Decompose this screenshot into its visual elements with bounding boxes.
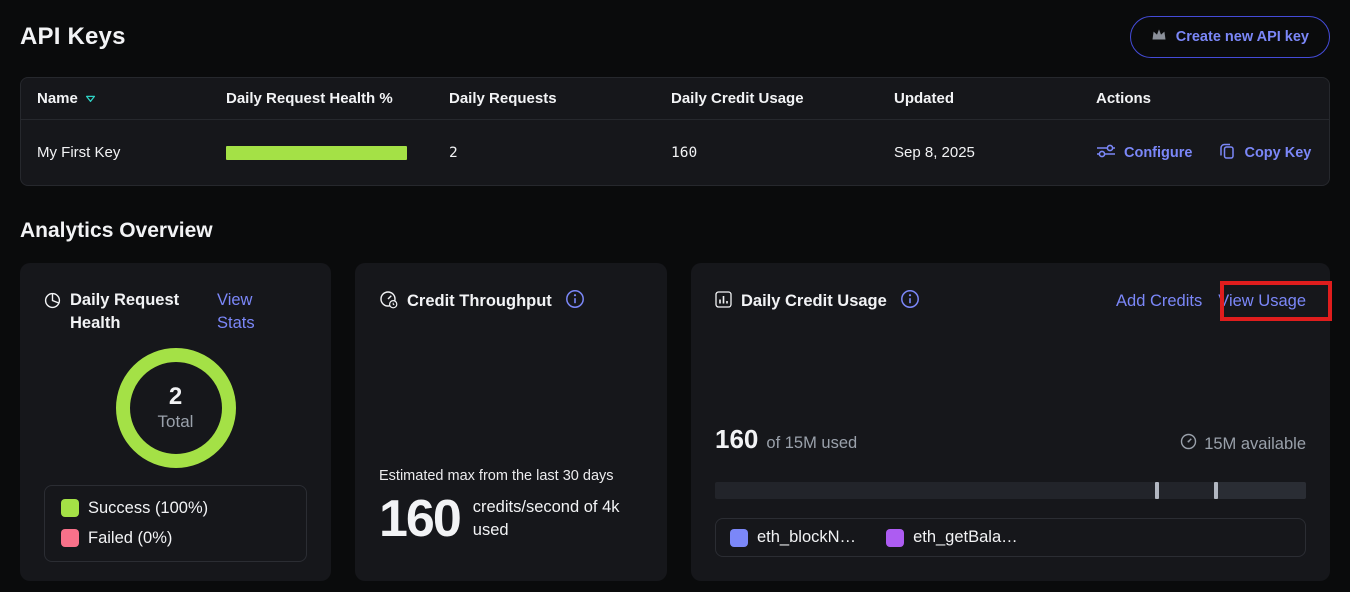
throughput-value: 160 [379,493,460,545]
page-title: API Keys [20,23,126,51]
column-header-daily-requests: Daily Requests [449,90,671,107]
usage-links: Add Credits View Usage [1116,289,1306,314]
sliders-icon [1096,143,1116,163]
daily-request-health-card: Daily Request Health View Stats 2 Total … [20,263,331,581]
column-header-actions: Actions [1096,90,1329,107]
usage-card-header: Daily Credit Usage Add Credits View Usag… [715,289,1306,314]
actions-cell: Configure Copy Key [1096,142,1329,164]
throughput-value-row: 160 credits/second of 4k used [379,493,643,545]
usage-available: 15M available [1180,433,1306,455]
sort-chevron-icon [85,90,96,107]
info-icon[interactable] [565,289,585,314]
create-api-key-button[interactable]: Create new API key [1130,16,1330,58]
throughput-card-header: Credit Throughput [379,289,643,314]
legend-item-eth-getbalance: eth_getBala… [886,528,1018,547]
failed-swatch [61,529,79,547]
key-name: My First Key [37,144,226,161]
health-donut-chart: 2 Total [44,348,307,468]
analytics-cards: Daily Request Health View Stats 2 Total … [20,263,1330,581]
usage-progress-bar [715,482,1306,499]
progress-light-segment [1214,482,1306,499]
success-swatch [61,499,79,517]
column-header-name[interactable]: Name [37,90,226,107]
progress-marker [1155,482,1159,499]
daily-requests-value: 2 [449,145,671,161]
api-keys-table: Name Daily Request Health % Daily Reques… [20,77,1330,186]
bar-chart-icon [715,291,732,313]
throughput-subtitle: Estimated max from the last 30 days [379,468,643,484]
crown-icon [1151,28,1167,45]
failed-label: Failed (0%) [88,529,172,548]
health-card-header: Daily Request Health View Stats [44,289,307,336]
health-card-title: Daily Request Health [70,289,188,336]
usage-used-suffix: of 15M used [766,434,857,453]
table-header-row: Name Daily Request Health % Daily Reques… [21,78,1329,120]
updated-value: Sep 8, 2025 [894,144,1096,161]
daily-credit-usage-value: 160 [671,145,894,161]
donut-ring: 2 Total [116,348,236,468]
info-icon[interactable] [900,289,920,314]
copy-icon [1218,142,1236,164]
column-header-daily-credit-usage: Daily Credit Usage [671,90,894,107]
success-label: Success (100%) [88,499,208,518]
table-row: My First Key 2 160 Sep 8, 2025 Configure [21,120,1329,185]
eth-getbalance-swatch [886,529,904,547]
throughput-unit: credits/second of 4k used [473,496,643,543]
copy-key-label: Copy Key [1244,145,1311,161]
analytics-overview-title: Analytics Overview [20,219,1330,243]
legend-item-failed: Failed (0%) [61,529,290,548]
health-bar [226,146,407,160]
available-label: 15M available [1204,435,1306,454]
gauge-icon [379,290,398,314]
legend-item-eth-blocknumber: eth_blockN… [730,528,856,547]
daily-credit-usage-card: Daily Credit Usage Add Credits View Usag… [691,263,1330,581]
add-credits-link[interactable]: Add Credits [1116,290,1202,313]
eth-blocknumber-swatch [730,529,748,547]
legend-item-success: Success (100%) [61,499,290,518]
usage-card-title: Daily Credit Usage [741,290,887,313]
usage-used-value: 160 [715,424,758,455]
throughput-card-title: Credit Throughput [407,290,552,313]
dashboard-page: API Keys Create new API key Name Daily R… [0,0,1350,581]
eth-getbalance-label: eth_getBala… [913,528,1018,547]
create-api-key-label: Create new API key [1176,29,1309,45]
configure-label: Configure [1124,145,1192,161]
progress-marker [1214,482,1218,499]
health-legend: Success (100%) Failed (0%) [44,485,307,562]
view-usage-link[interactable]: View Usage [1218,290,1306,313]
donut-total-label: Total [158,412,194,432]
usage-summary-row: 160 of 15M used 15M available [715,424,1306,455]
pie-chart-icon [44,292,61,314]
column-header-updated: Updated [894,90,1096,107]
view-stats-link[interactable]: View Stats [217,289,265,336]
health-bar-cell [226,146,449,160]
page-header: API Keys Create new API key [20,0,1330,58]
eth-blocknumber-label: eth_blockN… [757,528,856,547]
gauge-icon [1180,433,1197,455]
copy-key-button[interactable]: Copy Key [1218,142,1311,164]
donut-total-value: 2 [169,383,182,411]
configure-button[interactable]: Configure [1096,143,1192,163]
credit-throughput-card: Credit Throughput Estimated max from the… [355,263,667,581]
column-header-health: Daily Request Health % [226,90,449,107]
usage-legend: eth_blockN… eth_getBala… [715,518,1306,557]
